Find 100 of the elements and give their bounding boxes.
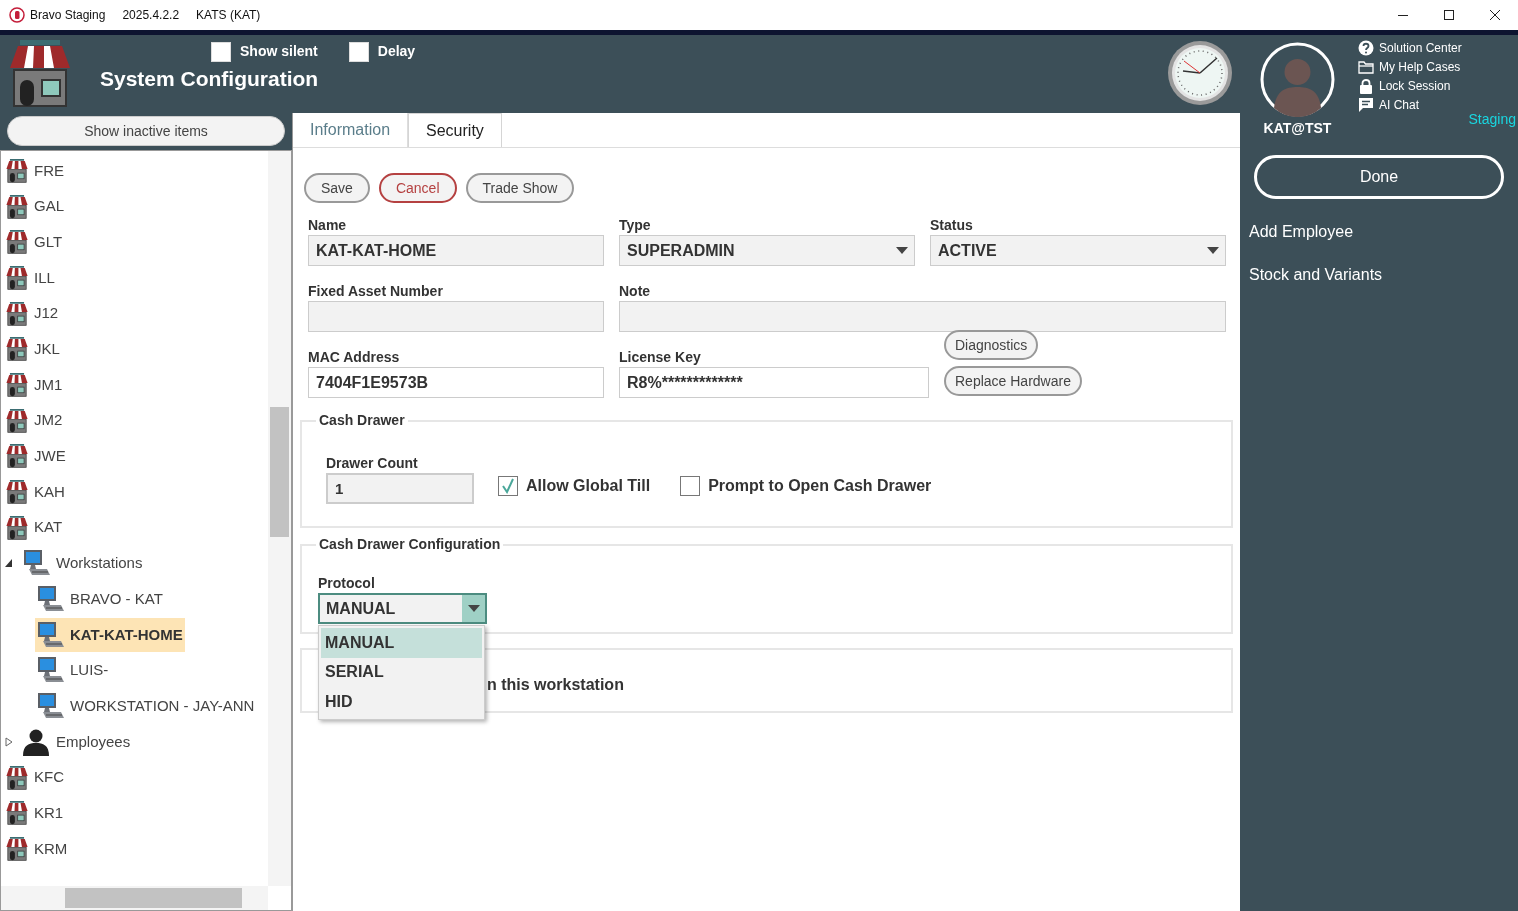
- store-icon: [5, 480, 29, 505]
- field-label: Drawer Count: [326, 455, 419, 471]
- hardware-button[interactable]: Diagnostics: [944, 330, 1039, 360]
- store-icon: [5, 158, 29, 183]
- store-name: KATS (KAT): [196, 7, 261, 24]
- text-field[interactable]: [619, 301, 1226, 332]
- tree-item[interactable]: KAH: [5, 475, 67, 510]
- person-icon: [21, 727, 51, 756]
- store-icon: [5, 265, 29, 290]
- dropdown-option[interactable]: HID: [321, 687, 482, 717]
- tree-item[interactable]: JKL: [5, 332, 62, 367]
- cancel-button[interactable]: Cancel: [378, 173, 457, 203]
- tree-item[interactable]: GAL: [5, 189, 66, 224]
- checkbox-label: Allow Global Till: [526, 476, 651, 496]
- field-label: Type: [619, 217, 652, 233]
- field-label: Name: [308, 217, 348, 233]
- field-label: License Key: [619, 349, 702, 365]
- environment-label: Staging: [1468, 110, 1516, 129]
- help-icon: [1358, 40, 1374, 56]
- tree-item[interactable]: KAT: [5, 510, 65, 545]
- caret-icon: [896, 247, 908, 254]
- text-field[interactable]: 7404F1E9573B: [308, 367, 604, 398]
- folder-icon: [1358, 59, 1374, 75]
- store-icon: [5, 836, 29, 861]
- text-field[interactable]: 1: [326, 473, 474, 504]
- tree-item[interactable]: KAT-KAT-HOME: [35, 617, 185, 652]
- checkbox-label: Show silent: [240, 42, 318, 61]
- tree-item[interactable]: JWE: [5, 439, 68, 474]
- field-label: Fixed Asset Number: [308, 283, 444, 299]
- dropdown[interactable]: ACTIVE: [930, 235, 1226, 266]
- store-icon: [5, 444, 29, 469]
- tree-item[interactable]: FRE: [5, 153, 66, 188]
- header-link[interactable]: AI Chat: [1358, 97, 1462, 113]
- hardware-button[interactable]: Replace Hardware: [944, 366, 1082, 396]
- dropdown-option[interactable]: SERIAL: [321, 657, 482, 687]
- toolbar-button[interactable]: Save: [304, 173, 370, 203]
- text-field[interactable]: R8%*************: [619, 367, 929, 398]
- tree-item[interactable]: ILL: [5, 260, 57, 295]
- checkbox[interactable]: [498, 476, 518, 496]
- store-icon: [5, 194, 29, 219]
- header-link[interactable]: My Help Cases: [1358, 59, 1462, 75]
- text-field[interactable]: [308, 301, 604, 332]
- store-icon: [5, 230, 29, 255]
- lock-icon: [1358, 78, 1374, 94]
- tree-item[interactable]: JM2: [5, 403, 65, 438]
- section-title: Cash Drawer Configuration: [318, 535, 502, 554]
- expand-arrow-icon[interactable]: [5, 736, 13, 747]
- action-link[interactable]: Stock and Variants: [1249, 263, 1518, 287]
- close-icon: [1490, 10, 1500, 20]
- section-title: Cash Drawer: [318, 411, 406, 430]
- header-link[interactable]: Solution Center: [1358, 40, 1462, 56]
- tree-item[interactable]: GLT: [5, 225, 65, 260]
- tree-item[interactable]: Workstations: [21, 546, 145, 581]
- tree-item[interactable]: JM1: [5, 367, 65, 402]
- store-icon: [5, 801, 29, 826]
- caret-icon: [467, 605, 480, 612]
- horizontal-scrollbar[interactable]: [1, 886, 268, 910]
- minimize-icon: [1398, 14, 1408, 16]
- text-field[interactable]: KAT-KAT-HOME: [308, 235, 604, 266]
- action-link[interactable]: Add Employee: [1249, 220, 1518, 244]
- tree-item[interactable]: WORKSTATION - JAY-ANN: [35, 689, 257, 724]
- tree-item[interactable]: KRM: [5, 831, 70, 866]
- tree-item[interactable]: KR1: [5, 796, 66, 831]
- username: KAT@TST: [1263, 119, 1332, 138]
- app-name: Bravo Staging: [30, 7, 106, 24]
- app-version: 2025.4.2.2: [122, 7, 180, 24]
- field-label: Protocol: [318, 575, 376, 591]
- toolbar-button[interactable]: Trade Show: [465, 173, 575, 203]
- checkbox[interactable]: [680, 476, 701, 496]
- vertical-scrollbar[interactable]: [268, 151, 291, 886]
- tree-item[interactable]: J12: [5, 296, 61, 331]
- chat-icon: [1358, 97, 1374, 113]
- tree-item[interactable]: BRAVO - KAT: [35, 582, 165, 617]
- store-icon: [5, 337, 29, 362]
- field-label: Status: [930, 217, 974, 233]
- tree-item[interactable]: LUIS-: [35, 653, 111, 688]
- dropdown-option[interactable]: MANUAL: [321, 628, 482, 658]
- app-logo-icon: [9, 7, 25, 23]
- page-title: System Configuration: [100, 66, 320, 92]
- scroll-thumb[interactable]: [65, 888, 242, 908]
- tree-item[interactable]: Employees: [21, 724, 133, 759]
- done-button[interactable]: Done: [1254, 155, 1504, 199]
- maximize-icon: [1444, 10, 1454, 20]
- store-icon: [5, 408, 29, 433]
- caret-icon: [1207, 247, 1219, 254]
- computer-icon: [35, 619, 65, 650]
- store-icon: [5, 515, 29, 540]
- clock-icon: [1167, 40, 1233, 106]
- dropdown[interactable]: SUPERADMIN: [619, 235, 915, 266]
- store-icon: [5, 765, 29, 790]
- collapse-arrow-icon[interactable]: [5, 558, 13, 569]
- field-label: MAC Address: [308, 349, 401, 365]
- header-link[interactable]: Lock Session: [1358, 78, 1462, 94]
- scroll-thumb[interactable]: [270, 407, 289, 537]
- tab[interactable]: Security: [408, 113, 502, 147]
- checkbox-label: Delay: [377, 42, 416, 61]
- store-icon: [5, 372, 29, 397]
- tree-item[interactable]: KFC: [5, 760, 66, 795]
- store-icon: [5, 301, 29, 326]
- dropdown[interactable]: MANUAL: [318, 593, 487, 624]
